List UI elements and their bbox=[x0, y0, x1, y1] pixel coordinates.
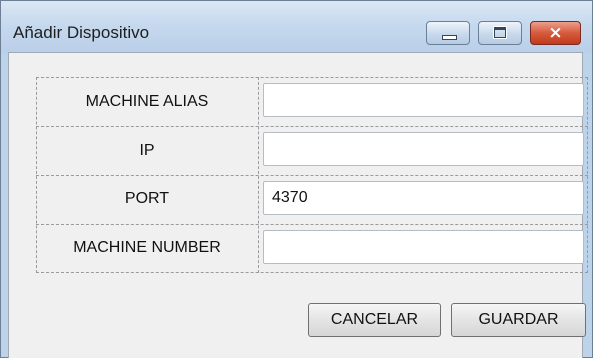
cancel-button[interactable]: CANCELAR bbox=[308, 303, 441, 337]
port-label: PORT bbox=[124, 190, 170, 207]
maximize-button[interactable] bbox=[478, 21, 522, 45]
machine-alias-label: MACHINE ALIAS bbox=[85, 93, 209, 110]
title-bar[interactable]: Añadir Dispositivo × bbox=[1, 1, 592, 53]
port-input[interactable] bbox=[263, 181, 584, 215]
layout-row-divider bbox=[36, 126, 588, 127]
minimize-button[interactable] bbox=[426, 21, 470, 45]
machine-number-label: MACHINE NUMBER bbox=[73, 239, 221, 256]
save-button[interactable]: GUARDAR bbox=[451, 303, 586, 337]
ip-input[interactable] bbox=[263, 132, 584, 166]
layout-row-divider bbox=[36, 224, 588, 225]
machine-alias-input[interactable] bbox=[263, 83, 584, 117]
layout-row-divider bbox=[36, 175, 588, 176]
close-icon: × bbox=[548, 23, 563, 43]
ip-label: IP bbox=[139, 142, 155, 159]
minimize-icon bbox=[442, 35, 457, 40]
window-title: Añadir Dispositivo bbox=[13, 23, 150, 42]
layout-column-divider bbox=[258, 77, 259, 273]
maximize-icon bbox=[494, 27, 506, 38]
machine-number-input[interactable] bbox=[263, 230, 584, 264]
close-button[interactable]: × bbox=[530, 21, 581, 45]
